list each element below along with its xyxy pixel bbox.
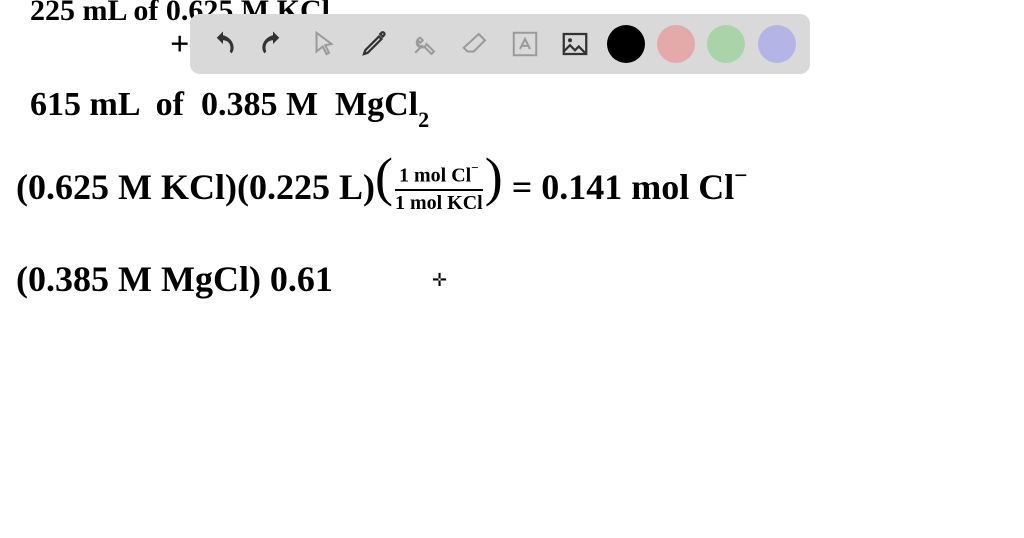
undo-button[interactable] (202, 22, 244, 66)
color-black-button[interactable] (605, 22, 647, 66)
pen-button[interactable] (353, 22, 395, 66)
color-swatch-pink (657, 25, 695, 63)
color-green-button[interactable] (705, 22, 747, 66)
plus-sign: + (170, 26, 189, 64)
eraser-icon (460, 29, 490, 59)
text-button[interactable] (504, 22, 546, 66)
calc1-frac-num: 1 mol Cl− (395, 163, 483, 191)
image-icon (560, 29, 590, 59)
calc1-equals: = (503, 167, 542, 207)
color-swatch-purple (758, 25, 796, 63)
calc1-result: 0.141 mol Cl− (541, 167, 747, 207)
color-pink-button[interactable] (655, 22, 697, 66)
calc1-frac-den: 1 mol KCl (395, 191, 483, 214)
pen-icon (359, 29, 389, 59)
tools-icon (409, 29, 439, 59)
calc1-fraction: 1 mol Cl− 1 mol KCl (395, 163, 483, 214)
calc-line-1: (0.625 M KCl)(0.225 L)( 1 mol Cl− 1 mol … (16, 150, 748, 216)
whiteboard-canvas: 225 mL of 0.625 M KCl + 615 mL of 0.385 … (0, 0, 1024, 538)
tools-button[interactable] (403, 22, 445, 66)
pointer-button[interactable] (303, 22, 345, 66)
color-purple-button[interactable] (756, 22, 798, 66)
redo-button[interactable] (252, 22, 294, 66)
calc-line-2: (0.385 M MgCl) 0.61 (16, 258, 333, 300)
given-line-2: 615 mL of 0.385 M MgCl2 (30, 86, 429, 129)
pointer-icon (309, 29, 339, 59)
undo-icon (208, 29, 238, 59)
drawing-toolbar (190, 14, 810, 74)
color-swatch-green (707, 25, 745, 63)
redo-icon (258, 29, 288, 59)
calc1-term-a: (0.625 M KCl) (16, 167, 237, 207)
image-button[interactable] (554, 22, 596, 66)
pen-cursor: ✛ (432, 270, 447, 291)
text-icon (510, 29, 540, 59)
eraser-button[interactable] (454, 22, 496, 66)
color-swatch-black (607, 25, 645, 63)
calc1-term-b: (0.225 L) (237, 167, 375, 207)
